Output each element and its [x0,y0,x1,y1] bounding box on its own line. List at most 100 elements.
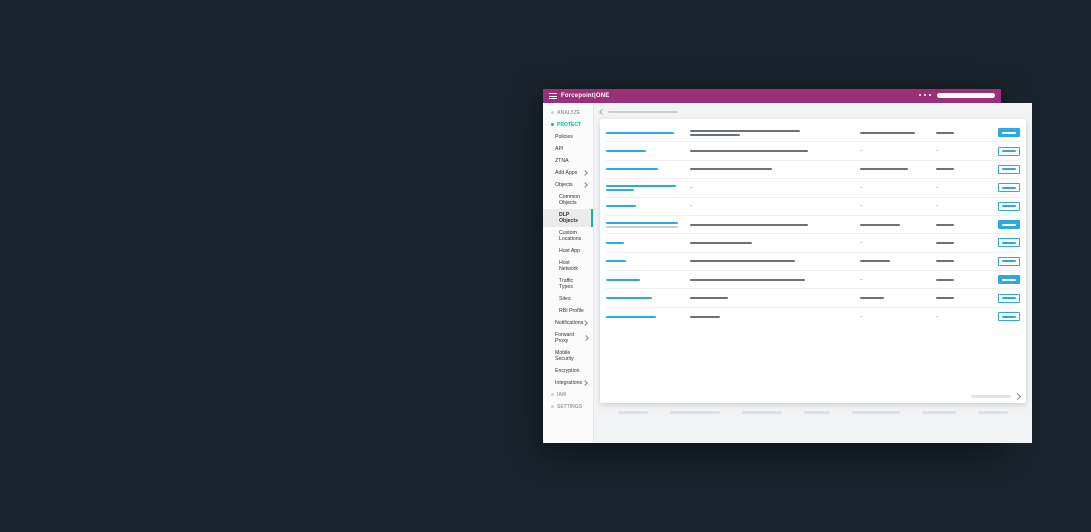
breadcrumb-segment [608,111,678,113]
sidebar-item-dlp-objects[interactable]: DLP Objects [543,209,593,227]
sidebar-item-custom-locations[interactable]: Custom Locations [543,227,593,245]
sidebar-item-notifications[interactable]: Notifications [543,317,593,329]
sidebar-item-ztna[interactable]: ZTNA [543,155,593,167]
row-action-button[interactable] [998,275,1020,284]
chevron-right-icon [583,171,587,175]
row-action-button[interactable] [998,147,1020,156]
table-cell [690,168,854,170]
table-cell: - [936,203,986,209]
table-cell: - [860,185,930,191]
sidebar-item-integrations[interactable]: Integrations [543,377,593,389]
table-cell: - [690,185,854,191]
sidebar-item-policies[interactable]: Policies [543,131,593,143]
header-actions[interactable] [919,94,931,96]
table-cell [860,224,930,226]
table-cell [690,316,854,318]
table-cell [606,168,684,170]
row-action-button[interactable] [998,165,1020,174]
breadcrumb [600,109,1026,115]
titlebar: Forcepoint|ONE [543,89,1001,103]
table-cell-action [992,238,1020,247]
table-cell [936,242,986,244]
chevron-right-icon[interactable] [1014,393,1021,400]
table-cell: - [936,314,986,320]
row-action-button[interactable] [998,294,1020,303]
content: ------------ [594,103,1032,443]
chevron-right-icon [583,381,587,385]
sidebar-section-iam[interactable]: IAM [543,389,593,401]
sidebar-item-api[interactable]: API [543,143,593,155]
table-row: - [606,234,1020,252]
row-action-button[interactable] [998,257,1020,266]
table-cell: - [860,240,930,246]
table-cell [936,297,986,299]
table-cell [606,260,684,262]
table-row [606,124,1020,142]
table-cell-action [992,220,1020,229]
sidebar-item-forward-proxy[interactable]: Forward Proxy [543,329,593,347]
table-cell [936,224,986,226]
panel-footer [971,394,1020,399]
table-row [606,216,1020,234]
table-cell [606,297,684,299]
table-cell [860,168,930,170]
sidebar-item-objects[interactable]: Objects [543,179,593,191]
sidebar-section-analyze[interactable]: ANALYZE [543,107,593,119]
table-row [606,161,1020,179]
table-cell-action [992,275,1020,284]
sidebar-item-host-network[interactable]: Host Network [543,257,593,275]
table-cell [606,242,684,244]
table-cell: - [860,277,930,283]
table-cell: - [860,203,930,209]
sidebar-section-protect[interactable]: PROTECT [543,119,593,131]
row-action-button[interactable] [998,128,1020,137]
row-action-button[interactable] [998,238,1020,247]
table-cell [690,242,854,244]
sidebar-item-add-apps[interactable]: Add Apps [543,167,593,179]
chevron-right-icon [584,336,587,340]
table-cell [690,297,854,299]
table-cell [860,260,930,262]
row-action-button[interactable] [998,220,1020,229]
row-action-button[interactable] [998,312,1020,321]
table-cell: - [936,148,986,154]
table-cell [936,260,986,262]
chevron-left-icon[interactable] [599,109,605,115]
table-cell [606,222,684,228]
sidebar-item-host-app[interactable]: Host App [543,245,593,257]
table-cell [690,260,854,262]
table-cell [690,150,854,152]
bottom-strip [600,403,1026,421]
table-row: -- [606,142,1020,160]
pagination-info [971,395,1011,398]
data-panel: ------------ [600,119,1026,403]
chevron-right-icon [583,321,587,325]
app-title: Forcepoint|ONE [561,93,609,99]
row-action-button[interactable] [998,183,1020,192]
table-cell-action [992,147,1020,156]
sidebar-item-encryption[interactable]: Encryption [543,365,593,377]
sidebar-item-mobile-security[interactable]: Mobile Security [543,347,593,365]
table-cell [860,132,930,134]
table-cell [606,279,684,281]
row-action-button[interactable] [998,202,1020,211]
table-row: -- [606,308,1020,326]
table-cell-action [992,165,1020,174]
menu-icon[interactable] [549,93,557,99]
table-row: --- [606,198,1020,216]
table-cell [606,205,684,207]
table-row: - [606,271,1020,289]
table-cell: - [936,185,986,191]
table-row [606,253,1020,271]
sidebar-item-rbi-profile[interactable]: RBI Profile [543,305,593,317]
sidebar-item-common-objects[interactable]: Common Objects [543,191,593,209]
sidebar-item-traffic-types[interactable]: Traffic Types [543,275,593,293]
table-cell-action [992,257,1020,266]
table-cell: - [690,203,854,209]
table-cell-action [992,294,1020,303]
table-cell [936,279,986,281]
sidebar-section-settings[interactable]: SETTINGS [543,401,593,413]
sidebar-item-sites[interactable]: Sites [543,293,593,305]
user-pill[interactable] [937,93,995,98]
table-cell [936,168,986,170]
